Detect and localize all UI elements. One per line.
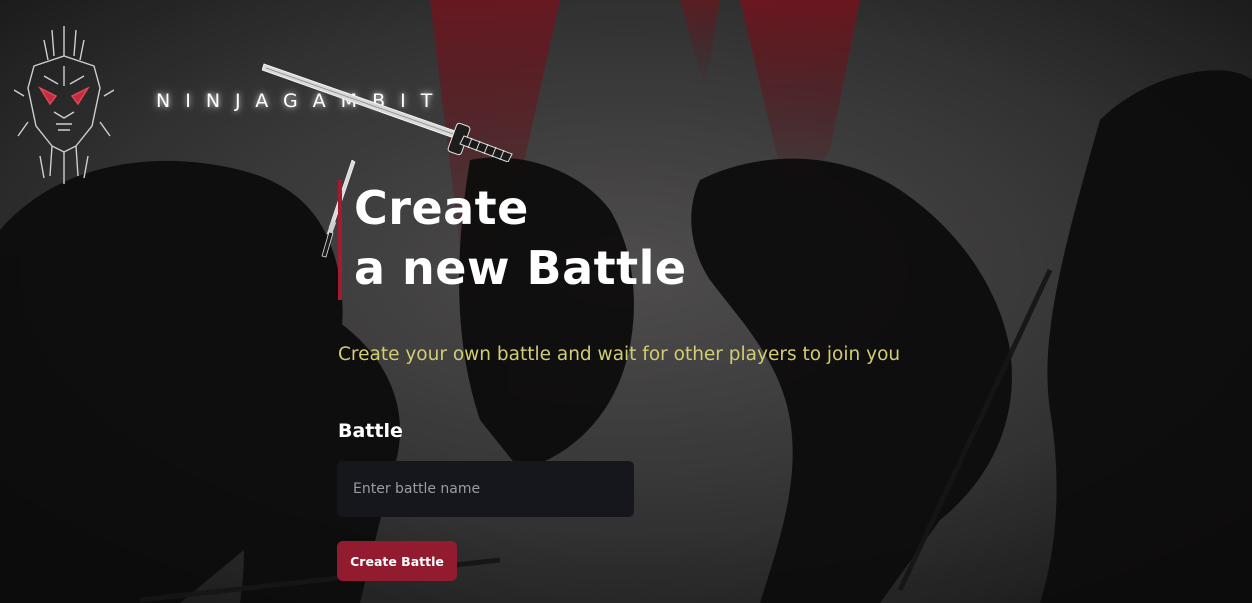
create-battle-button[interactable]: Create Battle <box>337 541 457 581</box>
page-title: Create a new Battle <box>354 178 687 298</box>
battle-field-label: Battle <box>338 420 403 442</box>
page-title-line-1: Create <box>354 181 529 235</box>
katana-icon <box>262 63 513 162</box>
small-sword-icon <box>321 160 356 258</box>
page-subtitle: Create your own battle and wait for othe… <box>338 344 901 365</box>
title-accent-bar <box>338 180 342 300</box>
page-title-line-2: a new Battle <box>354 241 687 295</box>
ninja-mask-logo-icon[interactable] <box>14 26 114 184</box>
battle-name-input[interactable] <box>337 461 634 517</box>
